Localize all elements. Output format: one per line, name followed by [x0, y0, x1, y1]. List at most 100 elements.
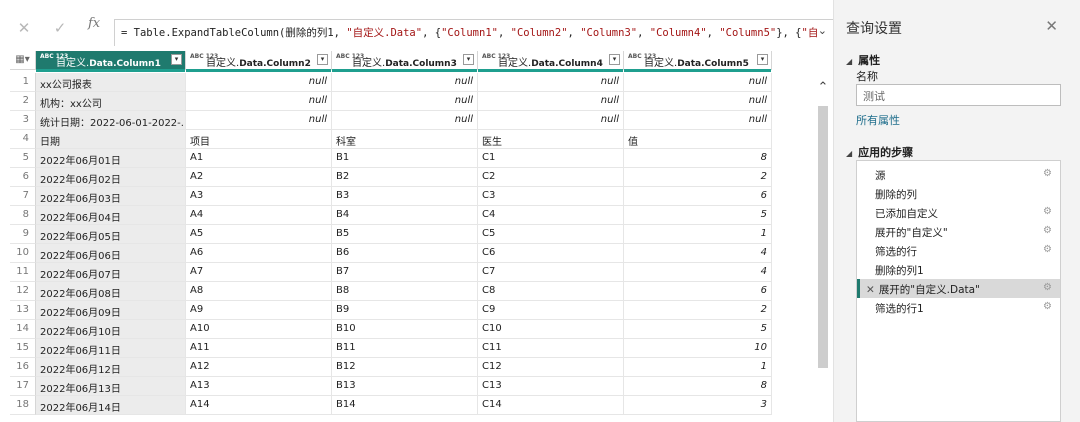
table-cell[interactable]: 2022年06月14日 [36, 396, 186, 415]
table-cell[interactable]: null [624, 73, 772, 92]
table-cell[interactable]: B12 [332, 358, 478, 377]
table-cell[interactable]: C13 [478, 377, 624, 396]
table-cell[interactable]: 4 [624, 244, 772, 263]
table-cell[interactable]: 2 [624, 168, 772, 187]
table-row[interactable]: 11 2022年06月07日 A7 B7 C7 4 [10, 263, 816, 282]
applied-steps-header[interactable]: ◢ 应用的步骤 [846, 144, 913, 160]
table-cell[interactable]: C11 [478, 339, 624, 358]
table-cell[interactable]: A13 [186, 377, 332, 396]
cancel-icon[interactable]: ✕ [14, 18, 34, 38]
table-row[interactable]: 2 机构：xx公司 null null null null [10, 92, 816, 111]
gear-icon[interactable]: ⚙ [1043, 301, 1052, 312]
delete-step-icon[interactable]: ✕ [866, 284, 875, 296]
table-cell[interactable]: 2022年06月08日 [36, 282, 186, 301]
gear-icon[interactable]: ⚙ [1043, 244, 1052, 255]
table-cell[interactable]: null [332, 111, 478, 130]
table-cell[interactable]: C7 [478, 263, 624, 282]
scroll-up-icon[interactable]: ⌃ [816, 80, 830, 95]
column-header-1[interactable]: ABC 123 自定义.Data.Column1 ▾ [36, 51, 186, 72]
table-cell[interactable]: A11 [186, 339, 332, 358]
chevron-down-icon[interactable]: ⌄ [818, 24, 827, 37]
table-cell[interactable]: A4 [186, 206, 332, 225]
table-cell[interactable]: C4 [478, 206, 624, 225]
table-cell[interactable]: B9 [332, 301, 478, 320]
table-cell[interactable]: null [624, 111, 772, 130]
applied-step-item[interactable]: 已添加自定义 ⚙ [857, 203, 1060, 222]
table-cell[interactable]: null [478, 111, 624, 130]
filter-dropdown-icon[interactable]: ▾ [463, 54, 474, 65]
table-row[interactable]: 10 2022年06月06日 A6 B6 C6 4 [10, 244, 816, 263]
table-cell[interactable]: 6 [624, 282, 772, 301]
table-cell[interactable]: null [186, 92, 332, 111]
table-cell[interactable]: 5 [624, 206, 772, 225]
table-row[interactable]: 4 日期 项目 科室 医生值 [10, 130, 816, 149]
all-properties-link[interactable]: 所有属性 [856, 112, 900, 128]
table-cell[interactable]: A10 [186, 320, 332, 339]
table-cell[interactable]: xx公司报表 [36, 73, 186, 92]
table-cell[interactable]: null [624, 92, 772, 111]
table-cell[interactable]: C9 [478, 301, 624, 320]
table-cell[interactable]: C10 [478, 320, 624, 339]
table-cell[interactable]: B2 [332, 168, 478, 187]
table-cell[interactable]: A14 [186, 396, 332, 415]
applied-step-item[interactable]: 筛选的行 ⚙ [857, 241, 1060, 260]
table-cell[interactable]: B7 [332, 263, 478, 282]
table-cell[interactable]: 统计日期：2022-06-01-2022-... [36, 111, 186, 130]
table-cell[interactable]: C12 [478, 358, 624, 377]
applied-step-item[interactable]: 源 ⚙ [857, 165, 1060, 184]
table-row[interactable]: 7 2022年06月03日 A3 B3 C3 6 [10, 187, 816, 206]
table-cell[interactable]: 项目 [186, 130, 332, 149]
table-cell[interactable]: 5 [624, 320, 772, 339]
table-cell[interactable]: null [332, 92, 478, 111]
table-cell[interactable]: 医生 [478, 130, 624, 149]
properties-section-header[interactable]: ◢ 属性 [846, 52, 880, 68]
table-cell[interactable]: null [186, 73, 332, 92]
table-cell[interactable]: 科室 [332, 130, 478, 149]
close-icon[interactable]: ✕ [1045, 17, 1058, 35]
table-cell[interactable]: A3 [186, 187, 332, 206]
table-cell[interactable]: C14 [478, 396, 624, 415]
table-cell[interactable]: A7 [186, 263, 332, 282]
scrollbar-thumb[interactable] [818, 106, 828, 368]
table-row[interactable]: 13 2022年06月09日 A9 B9 C9 2 [10, 301, 816, 320]
table-cell[interactable]: 2022年06月04日 [36, 206, 186, 225]
table-cell[interactable]: B14 [332, 396, 478, 415]
fx-icon[interactable]: fx [88, 16, 100, 31]
table-cell[interactable]: C8 [478, 282, 624, 301]
table-cell[interactable]: C6 [478, 244, 624, 263]
table-row[interactable]: 1 xx公司报表 null null null null [10, 73, 816, 92]
table-cell[interactable]: C1 [478, 149, 624, 168]
table-cell[interactable]: null [186, 111, 332, 130]
table-cell[interactable]: A8 [186, 282, 332, 301]
table-cell[interactable]: A5 [186, 225, 332, 244]
table-cell[interactable]: 10 [624, 339, 772, 358]
table-row[interactable]: 3 统计日期：2022-06-01-2022-... null null null nul… [10, 111, 816, 130]
table-cell[interactable]: 日期 [36, 130, 186, 149]
table-cell[interactable]: 2022年06月07日 [36, 263, 186, 282]
gear-icon[interactable]: ⚙ [1043, 282, 1052, 293]
column-header-3[interactable]: ABC 123 自定义.Data.Column3 ▾ [332, 51, 478, 72]
column-header-2[interactable]: ABC 123 自定义.Data.Column2 ▾ [186, 51, 332, 72]
table-row[interactable]: 15 2022年06月11日 A11 B11 C11 10 [10, 339, 816, 358]
vertical-scrollbar[interactable]: ⌃ [816, 70, 830, 422]
table-cell[interactable]: B8 [332, 282, 478, 301]
table-cell[interactable]: 2 [624, 301, 772, 320]
table-cell[interactable]: 2022年06月11日 [36, 339, 186, 358]
table-cell[interactable]: C5 [478, 225, 624, 244]
table-cell[interactable]: null [332, 73, 478, 92]
table-row[interactable]: 16 2022年06月12日 A12 B12 C12 1 [10, 358, 816, 377]
column-header-5[interactable]: ABC 123 自定义.Data.Column5 ▾ [624, 51, 772, 72]
filter-dropdown-icon[interactable]: ▾ [757, 54, 768, 65]
table-cell[interactable]: B5 [332, 225, 478, 244]
table-row[interactable]: 6 2022年06月02日 A2 B2 C2 2 [10, 168, 816, 187]
table-cell[interactable]: B4 [332, 206, 478, 225]
table-cell[interactable]: 3 [624, 396, 772, 415]
filter-dropdown-icon[interactable]: ▾ [609, 54, 620, 65]
table-cell[interactable]: B13 [332, 377, 478, 396]
table-cell[interactable]: 2022年06月01日 [36, 149, 186, 168]
table-cell[interactable]: C2 [478, 168, 624, 187]
table-cell[interactable]: B3 [332, 187, 478, 206]
table-cell[interactable]: 8 [624, 149, 772, 168]
gear-icon[interactable]: ⚙ [1043, 225, 1052, 236]
table-cell[interactable]: 机构：xx公司 [36, 92, 186, 111]
